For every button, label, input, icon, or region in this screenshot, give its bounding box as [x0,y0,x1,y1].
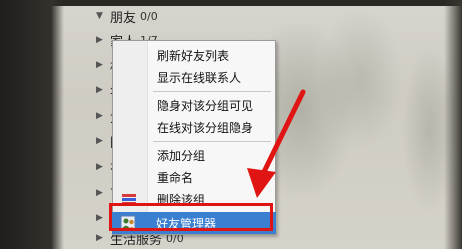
menu-item-refresh-friend-list[interactable]: 刷新好友列表 [113,44,275,66]
menu-separator [153,91,271,92]
top-edge [0,0,462,6]
menu-separator [153,141,271,142]
expanded-arrow-icon: ▼ [96,11,103,21]
group-row-friends[interactable]: ▼ 朋友 0/0 [96,7,296,26]
menu-item-label: 隐身对该分组可见 [157,98,254,113]
menu-item-rename[interactable]: 重命名 [113,166,275,188]
collapsed-arrow-icon: ▶ [96,136,103,146]
menu-item-label: 重命名 [157,170,194,185]
menu-item-label: 在线对该分组隐身 [157,120,254,135]
annotation-highlight-box [109,203,273,231]
group-name: 朋友 [110,10,137,26]
menu-item-show-online-contacts[interactable]: 显示在线联系人 [113,66,275,88]
collapsed-arrow-icon: ▶ [96,60,103,70]
menu-item-label: 刷新好友列表 [157,48,230,63]
menu-item-online-hidden-from-group[interactable]: 在线对该分组隐身 [113,116,275,138]
menu-item-add-group[interactable]: 添加分组 [113,144,275,166]
collapsed-arrow-icon: ▶ [96,35,103,45]
right-edge [444,0,462,249]
collapsed-arrow-icon: ▶ [96,85,103,95]
collapsed-arrow-icon: ▶ [96,188,103,198]
group-count: 0/0 [140,9,158,23]
menu-item-label: 显示在线联系人 [157,70,242,85]
collapsed-arrow-icon: ▶ [96,111,103,121]
menu-item-invisible-visible-to-group[interactable]: 隐身对该分组可见 [113,94,275,116]
collapsed-arrow-icon: ▶ [96,233,103,243]
menu-item-label: 添加分组 [157,148,206,163]
left-edge [0,0,64,249]
collapsed-arrow-icon: ▶ [96,162,103,172]
collapsed-arrow-icon: ▶ [96,213,103,223]
